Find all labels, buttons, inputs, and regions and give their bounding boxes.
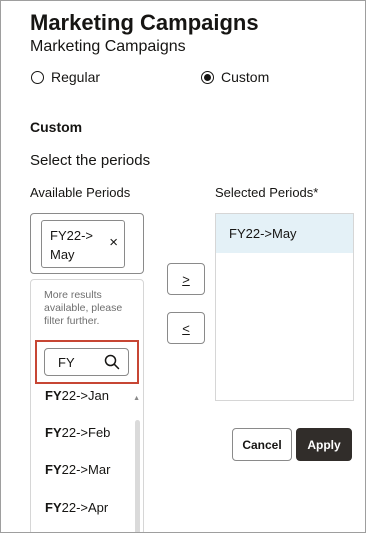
radio-regular[interactable]: Regular bbox=[31, 69, 100, 85]
search-input[interactable]: FY bbox=[44, 348, 129, 376]
close-icon[interactable]: × bbox=[109, 235, 118, 251]
available-periods-label: Available Periods bbox=[30, 185, 131, 200]
move-left-button[interactable]: < bbox=[167, 312, 205, 344]
list-option[interactable]: FY22->Feb bbox=[45, 425, 110, 441]
selected-periods-label: Selected Periods* bbox=[215, 185, 319, 200]
list-option[interactable]: FY22->Jan bbox=[45, 388, 109, 404]
marketing-campaigns-panel: Marketing Campaigns Marketing Campaigns … bbox=[0, 0, 366, 533]
option-match: FY bbox=[45, 462, 62, 477]
option-match: FY bbox=[45, 500, 62, 515]
move-right-button[interactable]: > bbox=[167, 263, 205, 295]
radio-dot bbox=[204, 73, 211, 81]
instruction-text: Select the periods bbox=[30, 152, 151, 169]
section-heading: Custom bbox=[30, 119, 83, 135]
selected-periods-list: FY22->May bbox=[215, 213, 354, 401]
list-option[interactable]: FY22->Apr bbox=[45, 500, 108, 516]
available-periods-field[interactable]: FY22->May × bbox=[30, 213, 144, 274]
option-rest: 22->Mar bbox=[61, 462, 111, 477]
option-match: FY bbox=[45, 425, 62, 440]
scroll-up-arrow-icon[interactable]: ▲ bbox=[133, 395, 140, 402]
chip-label: FY22->May bbox=[50, 228, 93, 262]
radio-selected-icon bbox=[201, 70, 214, 84]
page-subtitle: Marketing Campaigns bbox=[30, 38, 186, 55]
option-rest: 22->Jan bbox=[61, 388, 109, 403]
search-focus-highlight: FY bbox=[35, 340, 139, 384]
move-left-glyph: < bbox=[182, 320, 190, 336]
option-rest: 22->Feb bbox=[61, 425, 111, 440]
more-results-hint: More results available, please filter fu… bbox=[44, 289, 123, 327]
option-rest: 22->Apr bbox=[61, 500, 109, 515]
radio-custom-label: Custom bbox=[221, 69, 270, 85]
option-match: FY bbox=[45, 388, 62, 403]
radio-custom[interactable]: Custom bbox=[201, 69, 269, 85]
search-input-value: FY bbox=[58, 355, 75, 370]
apply-button[interactable]: Apply bbox=[296, 428, 352, 461]
search-icon[interactable] bbox=[104, 354, 120, 370]
cancel-button[interactable]: Cancel bbox=[232, 428, 292, 461]
page-title: Marketing Campaigns bbox=[30, 10, 259, 35]
radio-regular-label: Regular bbox=[51, 69, 101, 85]
scrollbar-thumb[interactable] bbox=[135, 420, 140, 532]
selected-list-item[interactable]: FY22->May bbox=[216, 214, 353, 253]
list-option[interactable]: FY22->Mar bbox=[45, 462, 110, 478]
available-periods-dropdown: More results available, please filter fu… bbox=[30, 279, 144, 532]
selected-chip: FY22->May × bbox=[41, 220, 125, 268]
move-right-glyph: > bbox=[182, 271, 190, 287]
radio-unselected-icon bbox=[31, 70, 44, 84]
